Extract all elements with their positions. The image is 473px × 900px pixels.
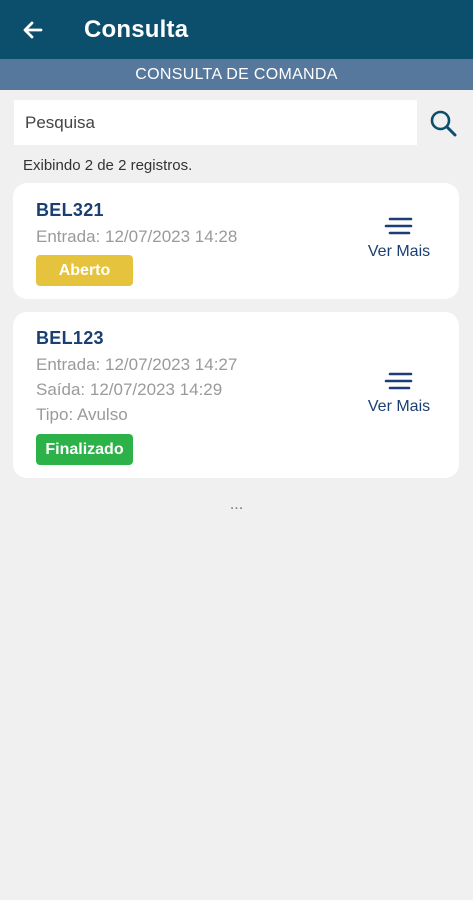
tipo-text: Tipo: Avulso (36, 405, 128, 424)
search-button[interactable] (426, 106, 460, 140)
app-bar: Consulta (0, 0, 473, 59)
comanda-card[interactable]: BEL123 Entrada: 12/07/2023 14:27 Saída: … (13, 312, 459, 478)
search-field[interactable] (14, 100, 417, 145)
ver-mais-label: Ver Mais (367, 243, 431, 260)
saida-text: Saída: 12/07/2023 14:29 (36, 380, 223, 399)
ver-mais-button[interactable]: Ver Mais (361, 217, 437, 261)
comanda-code: BEL123 (36, 328, 104, 348)
back-button[interactable] (18, 15, 48, 45)
arrow-left-icon (23, 21, 43, 38)
search-input[interactable] (25, 112, 417, 133)
status-badge: Aberto (36, 255, 133, 286)
ver-mais-label: Ver Mais (367, 398, 431, 415)
search-icon (430, 110, 457, 137)
comanda-code: BEL321 (36, 200, 104, 220)
comanda-card[interactable]: BEL321 Entrada: 12/07/2023 14:28 Aberto … (13, 183, 459, 299)
ver-mais-button[interactable]: Ver Mais (361, 372, 437, 416)
lines-icon (384, 372, 413, 390)
lines-icon (384, 217, 413, 235)
entrada-text: Entrada: 12/07/2023 14:28 (36, 227, 238, 246)
status-badge: Finalizado (36, 434, 133, 465)
results-count: Exibindo 2 de 2 registros. (23, 157, 193, 174)
load-more-indicator: ... (229, 496, 244, 513)
section-header: CONSULTA DE COMANDA (0, 59, 473, 90)
entrada-text: Entrada: 12/07/2023 14:27 (36, 355, 238, 374)
page-title: Consulta (84, 15, 189, 43)
